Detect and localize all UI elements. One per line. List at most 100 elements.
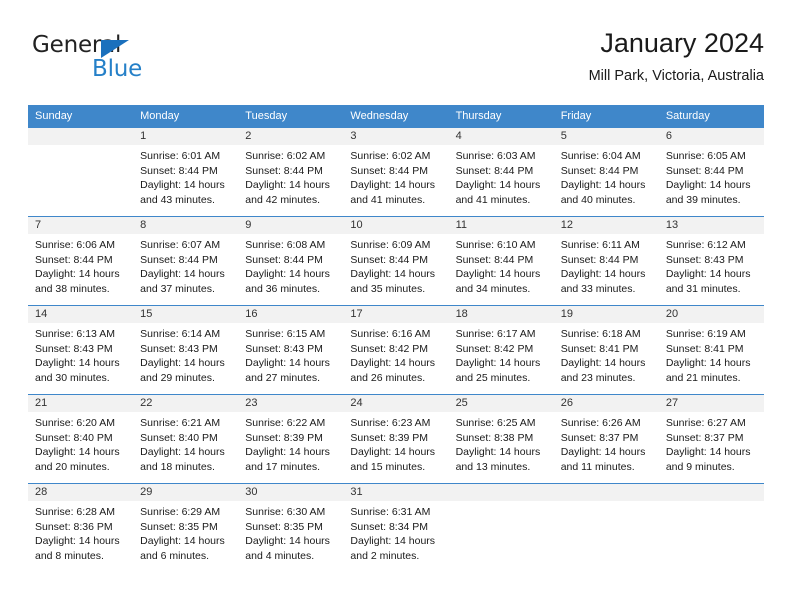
sunset-text: Sunset: 8:44 PM [350, 253, 429, 266]
day-number: 30 [238, 484, 344, 501]
daylight-text-line2: and 34 minutes. [455, 282, 531, 295]
logo-text-blue: Blue [92, 56, 143, 82]
daylight-text-line2: and 8 minutes. [35, 549, 104, 562]
daylight-text-line1: Daylight: 14 hours [665, 179, 751, 192]
daylight-text-line2: and 39 minutes. [665, 193, 741, 206]
calendar-day-cell[interactable]: 27 Sunrise: 6:27 AM Sunset: 8:37 PM Dayligh… [658, 394, 764, 484]
calendar-day-cell[interactable]: 13 Sunrise: 6:12 AM Sunset: 8:43 PM Dayligh… [658, 216, 764, 306]
daylight-text-line2: and 31 minutes. [665, 282, 741, 295]
calendar-day-cell[interactable]: 22 Sunrise: 6:21 AM Sunset: 8:40 PM Dayligh… [133, 394, 239, 484]
weekday-header-sunday: Sunday [28, 105, 134, 128]
daylight-text-line2: and 36 minutes. [245, 282, 320, 295]
daylight-text-line1: Daylight: 14 hours [245, 535, 330, 548]
calendar-day-cell[interactable]: 9 Sunrise: 6:08 AM Sunset: 8:44 PM Daylight… [238, 216, 344, 306]
day-details: Sunrise: 6:01 AM Sunset: 8:44 PM Daylight:… [133, 145, 238, 207]
calendar-cell-inner: 4 Sunrise: 6:03 AM Sunset: 8:44 PM Daylight… [448, 128, 554, 216]
calendar-page: General Blue January 2024 Mill Park, Vic… [0, 0, 792, 612]
calendar-day-cell[interactable]: 15 Sunrise: 6:14 AM Sunset: 8:43 PM Dayligh… [133, 305, 239, 395]
calendar-day-cell[interactable]: 17 Sunrise: 6:16 AM Sunset: 8:42 PM Dayligh… [343, 305, 449, 395]
title-block: January 2024 Mill Park, Victoria, Austra… [589, 26, 764, 85]
calendar-day-cell[interactable]: 10 Sunrise: 6:09 AM Sunset: 8:44 PM Dayligh… [343, 216, 449, 306]
calendar-cell-inner: 11 Sunrise: 6:10 AM Sunset: 8:44 PM Dayligh… [448, 217, 554, 305]
calendar-day-cell[interactable]: 12 Sunrise: 6:11 AM Sunset: 8:44 PM Dayligh… [553, 216, 659, 306]
calendar-day-cell[interactable]: 29 Sunrise: 6:29 AM Sunset: 8:35 PM Dayligh… [133, 483, 239, 573]
calendar-day-cell[interactable]: 19 Sunrise: 6:18 AM Sunset: 8:41 PM Dayligh… [553, 305, 659, 395]
calendar-day-cell[interactable]: 20 Sunrise: 6:19 AM Sunset: 8:41 PM Dayligh… [658, 305, 764, 395]
calendar-day-cell[interactable]: 2 Sunrise: 6:02 AM Sunset: 8:44 PM Daylight… [238, 127, 344, 217]
calendar-cell-empty [658, 483, 764, 573]
calendar-day-cell[interactable]: 11 Sunrise: 6:10 AM Sunset: 8:44 PM Dayligh… [448, 216, 554, 306]
calendar-cell-inner: 1 Sunrise: 6:01 AM Sunset: 8:44 PM Daylight… [133, 128, 239, 216]
calendar-cell-inner: 27 Sunrise: 6:27 AM Sunset: 8:37 PM Dayligh… [658, 395, 764, 483]
calendar-day-cell[interactable]: 21 Sunrise: 6:20 AM Sunset: 8:40 PM Dayligh… [28, 394, 134, 484]
day-details: Sunrise: 6:02 AM Sunset: 8:44 PM Daylight:… [238, 145, 343, 207]
calendar-day-cell[interactable]: 26 Sunrise: 6:26 AM Sunset: 8:37 PM Dayligh… [553, 394, 659, 484]
day-details: Sunrise: 6:03 AM Sunset: 8:44 PM Daylight:… [449, 145, 554, 207]
daylight-text-line2: and 29 minutes. [140, 371, 215, 384]
calendar-day-cell[interactable]: 4 Sunrise: 6:03 AM Sunset: 8:44 PM Daylight… [448, 127, 554, 217]
day-details: Sunrise: 6:26 AM Sunset: 8:37 PM Daylight:… [554, 412, 659, 474]
day-number [28, 128, 134, 145]
calendar-day-cell[interactable]: 7 Sunrise: 6:06 AM Sunset: 8:44 PM Daylight… [28, 216, 134, 306]
weekday-header-friday: Friday [553, 105, 659, 128]
calendar-day-cell[interactable]: 14 Sunrise: 6:13 AM Sunset: 8:43 PM Dayligh… [28, 305, 134, 395]
calendar-day-cell[interactable]: 25 Sunrise: 6:25 AM Sunset: 8:38 PM Dayligh… [448, 394, 554, 484]
sunset-text: Sunset: 8:43 PM [245, 342, 323, 355]
day-number: 22 [133, 395, 239, 412]
daylight-text-line2: and 2 minutes. [350, 549, 420, 562]
calendar-cell-inner: 31 Sunrise: 6:31 AM Sunset: 8:34 PM Dayligh… [343, 484, 449, 573]
daylight-text-line1: Daylight: 14 hours [245, 357, 330, 370]
calendar-cell-inner: 9 Sunrise: 6:08 AM Sunset: 8:44 PM Daylight… [238, 217, 344, 305]
sunrise-text: Sunrise: 6:13 AM [35, 328, 115, 340]
calendar-cell-inner: 18 Sunrise: 6:17 AM Sunset: 8:42 PM Dayligh… [448, 306, 554, 394]
day-number [448, 484, 554, 501]
daylight-text-line1: Daylight: 14 hours [350, 446, 436, 459]
sunset-text: Sunset: 8:42 PM [350, 342, 429, 355]
calendar-cell-inner: 5 Sunrise: 6:04 AM Sunset: 8:44 PM Daylight… [553, 128, 659, 216]
sunset-text: Sunset: 8:41 PM [560, 342, 639, 355]
calendar-cell-inner: 24 Sunrise: 6:23 AM Sunset: 8:39 PM Dayligh… [343, 395, 449, 483]
calendar-day-cell[interactable]: 16 Sunrise: 6:15 AM Sunset: 8:43 PM Dayligh… [238, 305, 344, 395]
calendar-day-cell[interactable]: 5 Sunrise: 6:04 AM Sunset: 8:44 PM Daylight… [553, 127, 659, 217]
calendar-cell-inner: 17 Sunrise: 6:16 AM Sunset: 8:42 PM Dayligh… [343, 306, 449, 394]
sunrise-text: Sunrise: 6:12 AM [665, 239, 746, 251]
daylight-text-line1: Daylight: 14 hours [560, 179, 646, 192]
calendar-day-cell[interactable]: 31 Sunrise: 6:31 AM Sunset: 8:34 PM Dayligh… [343, 483, 449, 573]
calendar-day-cell[interactable]: 24 Sunrise: 6:23 AM Sunset: 8:39 PM Dayligh… [343, 394, 449, 484]
daylight-text-line1: Daylight: 14 hours [560, 446, 646, 459]
sunrise-text: Sunrise: 6:31 AM [350, 506, 431, 518]
sunset-text: Sunset: 8:44 PM [350, 164, 429, 177]
day-number: 25 [448, 395, 554, 412]
day-number: 8 [133, 217, 239, 234]
general-blue-logo[interactable]: General Blue [32, 32, 212, 88]
calendar-day-cell[interactable]: 8 Sunrise: 6:07 AM Sunset: 8:44 PM Daylight… [133, 216, 239, 306]
calendar-day-cell[interactable]: 18 Sunrise: 6:17 AM Sunset: 8:42 PM Dayligh… [448, 305, 554, 395]
calendar-day-cell[interactable]: 1 Sunrise: 6:01 AM Sunset: 8:44 PM Daylight… [133, 127, 239, 217]
sunrise-text: Sunrise: 6:02 AM [350, 150, 431, 162]
sunset-text: Sunset: 8:39 PM [350, 431, 429, 444]
calendar-cell-inner: 22 Sunrise: 6:21 AM Sunset: 8:40 PM Dayligh… [133, 395, 239, 483]
sunrise-text: Sunrise: 6:10 AM [455, 239, 536, 251]
calendar-cell-inner: 6 Sunrise: 6:05 AM Sunset: 8:44 PM Daylight… [658, 128, 764, 216]
day-details: Sunrise: 6:12 AM Sunset: 8:43 PM Daylight:… [659, 234, 764, 296]
sunset-text: Sunset: 8:44 PM [455, 164, 534, 177]
day-number: 9 [238, 217, 344, 234]
calendar-day-cell[interactable]: 30 Sunrise: 6:30 AM Sunset: 8:35 PM Dayligh… [238, 483, 344, 573]
calendar-day-cell[interactable]: 6 Sunrise: 6:05 AM Sunset: 8:44 PM Daylight… [658, 127, 764, 217]
sunset-text: Sunset: 8:44 PM [35, 253, 113, 266]
daylight-text-line2: and 9 minutes. [665, 460, 735, 473]
daylight-text-line2: and 11 minutes. [560, 460, 635, 473]
daylight-text-line2: and 23 minutes. [560, 371, 636, 384]
daylight-text-line2: and 13 minutes. [455, 460, 531, 473]
calendar-day-cell[interactable]: 23 Sunrise: 6:22 AM Sunset: 8:39 PM Dayligh… [238, 394, 344, 484]
day-details: Sunrise: 6:11 AM Sunset: 8:44 PM Daylight:… [554, 234, 659, 296]
sunrise-text: Sunrise: 6:18 AM [560, 328, 641, 340]
sunset-text: Sunset: 8:38 PM [455, 431, 534, 444]
daylight-text-line2: and 27 minutes. [245, 371, 320, 384]
sunrise-text: Sunrise: 6:16 AM [350, 328, 431, 340]
calendar-day-cell[interactable]: 3 Sunrise: 6:02 AM Sunset: 8:44 PM Daylight… [343, 127, 449, 217]
calendar-grid: Sunday Monday Tuesday Wednesday Thursday… [28, 105, 764, 573]
calendar-cell-inner: 30 Sunrise: 6:30 AM Sunset: 8:35 PM Dayligh… [238, 484, 344, 573]
day-number: 28 [28, 484, 134, 501]
calendar-day-cell[interactable]: 28 Sunrise: 6:28 AM Sunset: 8:36 PM Dayligh… [28, 483, 134, 573]
